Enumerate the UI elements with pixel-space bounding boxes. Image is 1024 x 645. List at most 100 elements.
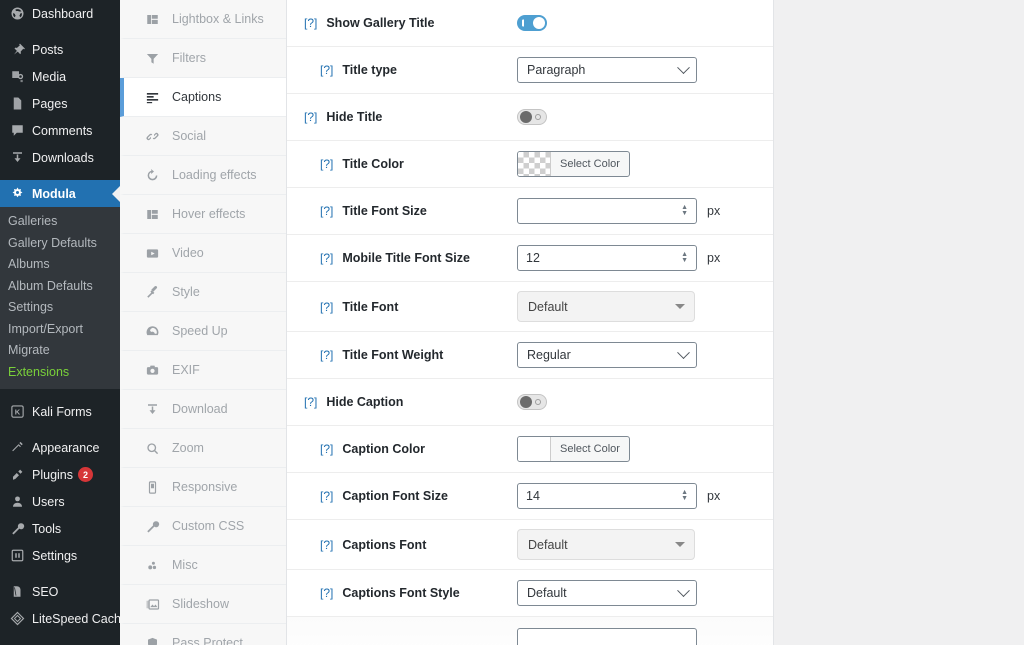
help-tooltip-hide-title[interactable]: [?]: [304, 110, 317, 124]
wp-menu-item-seo[interactable]: SEO: [0, 578, 120, 605]
wp-submenu-item-settings[interactable]: Settings: [0, 297, 120, 319]
tab-slideshow[interactable]: Slideshow: [120, 585, 286, 624]
tab-custom-css[interactable]: Custom CSS: [120, 507, 286, 546]
tab-download[interactable]: Download: [120, 390, 286, 429]
wp-submenu-item-extensions[interactable]: Extensions: [0, 362, 120, 384]
captions-font-style-select[interactable]: Default: [517, 580, 697, 606]
title-type-select[interactable]: Paragraph: [517, 57, 697, 83]
title-font-size-input[interactable]: ▲▼: [517, 198, 697, 224]
settings-row-hide-title: [?]Hide Title: [287, 94, 773, 141]
hide-title-toggle[interactable]: [517, 109, 547, 125]
hover-icon: [144, 207, 161, 222]
number-spinner-icon[interactable]: ▲▼: [681, 252, 688, 264]
wp-menu-item-kali-forms[interactable]: KKali Forms: [0, 398, 120, 425]
help-tooltip-hide-caption[interactable]: [?]: [304, 395, 317, 409]
label-cell: [?]Hide Caption: [304, 395, 517, 409]
title-font-weight-select[interactable]: Regular: [517, 342, 697, 368]
help-tooltip-caption-color[interactable]: [?]: [320, 442, 333, 456]
wp-menu-label: Posts: [32, 43, 63, 57]
help-tooltip-title-font-size[interactable]: [?]: [320, 204, 333, 218]
tab-social[interactable]: Social: [120, 117, 286, 156]
caption-color-button-label: Select Color: [551, 437, 629, 461]
filter-icon: [144, 51, 161, 66]
number-spinner-icon[interactable]: ▲▼: [681, 205, 688, 217]
wp-menu-item-posts[interactable]: Posts: [0, 36, 120, 63]
wp-menu-item-media[interactable]: Media: [0, 63, 120, 90]
help-tooltip-mobile-title-font-size[interactable]: [?]: [320, 251, 333, 265]
tools-icon: [8, 521, 26, 536]
wp-menu-item-downloads[interactable]: Downloads: [0, 144, 120, 171]
tab-misc[interactable]: Misc: [120, 546, 286, 585]
wp-menu-item-dashboard[interactable]: Dashboard: [0, 0, 120, 27]
caption-font-size-input[interactable]: 14▲▼: [517, 483, 697, 509]
control-cell: 12▲▼px: [517, 245, 720, 271]
caption-color-label: Caption Color: [342, 442, 425, 456]
title-font-size-field: ▲▼px: [517, 198, 720, 224]
wp-submenu-item-albums[interactable]: Albums: [0, 254, 120, 276]
tab-style[interactable]: Style: [120, 273, 286, 312]
wp-menu-item-settings[interactable]: Settings: [0, 542, 120, 569]
tab-zoom[interactable]: Zoom: [120, 429, 286, 468]
label-cell: [?] Captions Font: [320, 538, 517, 552]
label-cell: [?]Hide Title: [304, 110, 517, 124]
appearance-icon: [8, 440, 26, 455]
show-gallery-title-toggle[interactable]: [517, 15, 547, 31]
caption-color-picker[interactable]: Select Color: [517, 436, 630, 462]
wp-menu-item-users[interactable]: Users: [0, 488, 120, 515]
title-color-picker[interactable]: Select Color: [517, 151, 630, 177]
tab-lightbox-links[interactable]: Lightbox & Links: [120, 0, 286, 39]
wp-submenu-item-migrate[interactable]: Migrate: [0, 340, 120, 362]
mobile-title-font-size-input[interactable]: 12▲▼: [517, 245, 697, 271]
title-font-select[interactable]: Default: [517, 291, 695, 322]
help-tooltip-caption-font-size[interactable]: [?]: [320, 489, 333, 503]
help-tooltip-title-font-weight[interactable]: [?]: [320, 348, 333, 362]
wp-menu-item-modula[interactable]: Modula: [0, 180, 120, 207]
tab-pass-protect[interactable]: Pass Protect: [120, 624, 286, 645]
tab-video[interactable]: Video: [120, 234, 286, 273]
label-cell: [?]Captions Font Style: [320, 586, 517, 600]
speedometer-icon: [144, 324, 161, 339]
next-field-input[interactable]: [517, 628, 697, 645]
help-tooltip-captions-font-style[interactable]: [?]: [320, 586, 333, 600]
tab-loading-effects[interactable]: Loading effects: [120, 156, 286, 195]
wp-submenu-item-album-defaults[interactable]: Album Defaults: [0, 276, 120, 298]
wp-menu-item-collapse-menu[interactable]: Collapse menu: [0, 641, 120, 645]
wp-menu-item-plugins[interactable]: Plugins2: [0, 461, 120, 488]
wp-menu-item-tools[interactable]: Tools: [0, 515, 120, 542]
captions-font-select[interactable]: Default: [517, 529, 695, 560]
wp-menu-label: Downloads: [32, 151, 94, 165]
wp-submenu-item-import-export[interactable]: Import/Export: [0, 319, 120, 341]
captions-font-label: Captions Font: [342, 538, 426, 552]
help-tooltip-show-gallery-title[interactable]: [?]: [304, 16, 317, 30]
number-spinner-icon[interactable]: ▲▼: [681, 490, 688, 502]
captions-font-selected-value: Default: [528, 538, 568, 552]
control-cell: Default: [517, 580, 697, 606]
toggle-track-mark: [535, 399, 541, 405]
wp-menu-label: Users: [32, 495, 65, 509]
tab-filters[interactable]: Filters: [120, 39, 286, 78]
tab-exif[interactable]: EXIF: [120, 351, 286, 390]
wp-menu-label: Settings: [32, 549, 77, 563]
wp-menu-item-pages[interactable]: Pages: [0, 90, 120, 117]
tab-label: Speed Up: [172, 324, 228, 338]
color-swatch: [518, 152, 551, 176]
settings-row-hide-caption: [?]Hide Caption: [287, 379, 773, 426]
tab-captions[interactable]: Captions: [120, 78, 286, 117]
tab-speed-up[interactable]: Speed Up: [120, 312, 286, 351]
tab-responsive[interactable]: Responsive: [120, 468, 286, 507]
hide-caption-toggle[interactable]: [517, 394, 547, 410]
wp-menu-item-litespeed-cache[interactable]: LiteSpeed Cache: [0, 605, 120, 632]
wp-menu-label: Modula: [32, 187, 76, 201]
tab-hover-effects[interactable]: Hover effects: [120, 195, 286, 234]
help-tooltip-captions-font[interactable]: [?]: [320, 538, 333, 552]
title-font-size-label: Title Font Size: [342, 204, 427, 218]
wp-menu-item-appearance[interactable]: Appearance: [0, 434, 120, 461]
help-tooltip-title-font[interactable]: [?]: [320, 300, 333, 314]
wp-menu-label: Tools: [32, 522, 61, 536]
wp-submenu-item-gallery-defaults[interactable]: Gallery Defaults: [0, 233, 120, 255]
settings-row-caption-font-size: [?]Caption Font Size14▲▼px: [287, 473, 773, 520]
help-tooltip-title-color[interactable]: [?]: [320, 157, 333, 171]
wp-submenu-item-galleries[interactable]: Galleries: [0, 211, 120, 233]
wp-menu-item-comments[interactable]: Comments: [0, 117, 120, 144]
help-tooltip-title-type[interactable]: [?]: [320, 63, 333, 77]
